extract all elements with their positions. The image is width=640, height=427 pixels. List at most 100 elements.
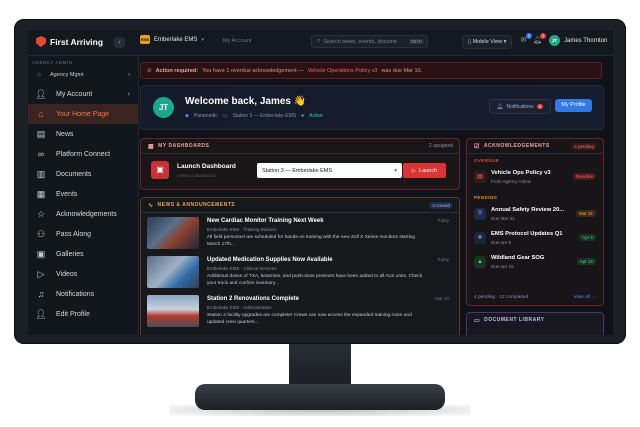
- ack-tag: Mar 31: [575, 210, 596, 217]
- sidebar-item-agency-mgmt[interactable]: ⌂ Agency Mgmt ›: [28, 68, 138, 82]
- chevron-down-icon: ▾: [201, 36, 204, 43]
- sidebar-item-my-account[interactable]: 👤︎ My Account ›: [28, 84, 138, 104]
- my-profile-button[interactable]: My Profile: [555, 99, 592, 112]
- chevron-down-icon: ▾: [394, 167, 397, 174]
- unread-badge: 3 unread: [429, 201, 453, 209]
- screen: First Arriving ‹ EMS Emberlake EMS ▾ My …: [28, 30, 613, 335]
- station-icon: ▭: [222, 113, 228, 119]
- panel-title: DOCUMENT LIBRARY: [484, 317, 545, 323]
- sidebar-item-notifications[interactable]: ♫ Notifications: [28, 284, 138, 304]
- launch-subtitle: Select a dashboard: [177, 173, 216, 178]
- org-name: Emberlake EMS: [154, 36, 198, 43]
- sidebar-item-label: Your Home Page: [56, 110, 110, 118]
- my-account-link[interactable]: My Account: [223, 38, 251, 44]
- ack-title: Wildland Gear SOG: [491, 255, 545, 261]
- news-thumbnail: [147, 295, 199, 327]
- brand[interactable]: First Arriving: [36, 36, 103, 47]
- user-edit-icon: 👤︎: [35, 308, 47, 319]
- search-input[interactable]: ⌕ Search news, events, docume Ctrl K: [311, 35, 428, 48]
- notifications-button[interactable]: 🔔︎ Notifications 5: [489, 99, 551, 114]
- search-placeholder: Search news, events, docume: [323, 38, 398, 45]
- ack-sub: Due Mar 31: [491, 216, 515, 221]
- document-library-panel: ▭ DOCUMENT LIBRARY: [466, 312, 604, 335]
- assigned-count: 2 assigned: [428, 143, 453, 149]
- users-icon: ⚇: [36, 228, 46, 239]
- sidebar-item-label: My Account: [56, 90, 93, 98]
- news-panel: ∿ NEWS & ANNOUNCEMENTS 3 unread New Card…: [140, 197, 460, 335]
- ack-item[interactable]: ✚ EMS Protocol Updates Q1 Due Apr 5 Apr …: [474, 230, 596, 252]
- chevron-down-icon: ▾: [503, 39, 507, 45]
- bell-icon: ♫: [37, 289, 45, 299]
- building-icon: ⌂: [37, 72, 41, 78]
- dashboard-select[interactable]: Station 3 — Emberlake EMS ▾: [257, 163, 402, 178]
- ack-item[interactable]: ▤ Vehicle Ops Policy v3 From Agency Admi…: [474, 169, 596, 191]
- ack-item[interactable]: ▲ Wildland Gear SOG Due Apr 15 Apr 15: [474, 254, 596, 276]
- news-thumbnail: [147, 256, 199, 288]
- ack-sub: Due Apr 5: [491, 240, 512, 245]
- overdue-alert: ⊘ Action required: You have 1 overdue ac…: [140, 62, 602, 79]
- news-body: Additional doses of TXA, ketamine, and p…: [207, 274, 423, 286]
- sidebar-item-your-home-page[interactable]: ⌂ Your Home Page: [28, 104, 138, 124]
- ack-title: Annual Safety Review 20...: [491, 207, 565, 213]
- bell-icon[interactable]: 🔔︎ 4: [533, 33, 546, 45]
- ack-title: Vehicle Ops Policy v3: [491, 170, 551, 176]
- ack-item[interactable]: ⛨ Annual Safety Review 20... Due Mar 31 …: [474, 206, 596, 228]
- sidebar-item-acknowledgements[interactable]: ☆ Acknowledgements: [28, 204, 138, 224]
- user-menu[interactable]: JT James Thornton: [549, 35, 607, 46]
- panel-title: MY DASHBOARDS: [158, 143, 210, 149]
- sidebar-item-galleries[interactable]: ▣ Galleries: [28, 244, 138, 264]
- dashboard-icon: ▣: [151, 161, 169, 179]
- sidebar-item-documents[interactable]: ▥ Documents: [28, 164, 138, 184]
- document-icon: ▤: [474, 171, 486, 183]
- news-item[interactable]: Updated Medication Supplies Now Availabl…: [147, 256, 453, 292]
- newspaper-icon: ▤: [36, 128, 46, 139]
- brand-name: First Arriving: [50, 36, 104, 47]
- collapse-sidebar-button[interactable]: ‹: [114, 37, 125, 48]
- phone-icon: ▯: [468, 39, 472, 45]
- avatar: JT: [549, 35, 560, 46]
- ack-title: EMS Protocol Updates Q1: [491, 231, 563, 237]
- monitor-stand-neck: [289, 344, 351, 386]
- inbox-icon[interactable]: ✉ 3: [519, 33, 532, 45]
- sidebar-item-platform-connect[interactable]: ∞ Platform Connect: [28, 144, 138, 164]
- station: Station 3 — Emberlake EMS: [232, 113, 297, 119]
- news-date: Mar 20: [434, 296, 449, 301]
- pending-badge: 4 pending: [571, 142, 597, 150]
- home-icon: ⌂: [38, 109, 44, 119]
- notifications-count: 5: [536, 104, 543, 109]
- bell-count: 4: [540, 33, 546, 39]
- news-body: Station 2 facility upgrades are complete…: [207, 313, 412, 325]
- pulse-icon: ∿: [148, 202, 154, 209]
- selected-dashboard: Station 3 — Emberlake EMS: [262, 167, 333, 174]
- sidebar-item-label: Agency Mgmt: [50, 72, 84, 78]
- sidebar-item-label: Notifications: [56, 290, 95, 298]
- launch-button[interactable]: ▷ Launch: [403, 163, 446, 178]
- sidebar-item-label: Videos: [56, 270, 78, 278]
- ack-tag: Overdue: [572, 173, 596, 180]
- welcome-card: JT Welcome back, James 👋 ◆ Paramedic ▭ S…: [140, 85, 604, 130]
- sidebar-item-videos[interactable]: ▷ Videos: [28, 264, 138, 284]
- mobile-view-button[interactable]: ▯ Mobile View ▾: [462, 35, 513, 49]
- news-item[interactable]: Station 2 Renovations Complete Emberlake…: [147, 295, 453, 331]
- ack-summary: 4 pending · 12 completed: [474, 295, 529, 300]
- org-switcher[interactable]: EMS Emberlake EMS ▾: [140, 35, 204, 44]
- alert-suffix: was due Mar 10.: [381, 67, 423, 74]
- news-item[interactable]: New Cardiac Monitor Training Next Week E…: [147, 217, 453, 253]
- grid-icon: ▦: [148, 143, 155, 150]
- status-badge: Active: [309, 113, 323, 119]
- news-title: Updated Medication Supplies Now Availabl…: [207, 257, 333, 263]
- view-all-link[interactable]: View all →: [573, 295, 596, 300]
- sidebar-item-pass-along[interactable]: ⚇ Pass Along: [28, 224, 138, 244]
- news-source: Emberlake EMS · Training Division: [207, 227, 277, 232]
- sidebar-item-label: Acknowledgements: [56, 210, 117, 218]
- alert-policy-link[interactable]: Vehicle Operations Policy v3: [308, 68, 378, 74]
- sidebar-item-news[interactable]: ▤ News: [28, 124, 138, 144]
- panel-header: ∿ NEWS & ANNOUNCEMENTS 3 unread: [141, 198, 459, 213]
- mobile-view-label: Mobile View: [472, 39, 503, 45]
- sidebar-item-events[interactable]: ▦ Events: [28, 184, 138, 204]
- play-icon: ▷: [411, 167, 417, 174]
- sidebar-item-edit-profile[interactable]: 👤︎ Edit Profile: [28, 304, 138, 324]
- user-name: James Thornton: [564, 37, 608, 44]
- alert-icon: ⊘: [147, 67, 152, 74]
- monitor-stand-base: [195, 384, 445, 410]
